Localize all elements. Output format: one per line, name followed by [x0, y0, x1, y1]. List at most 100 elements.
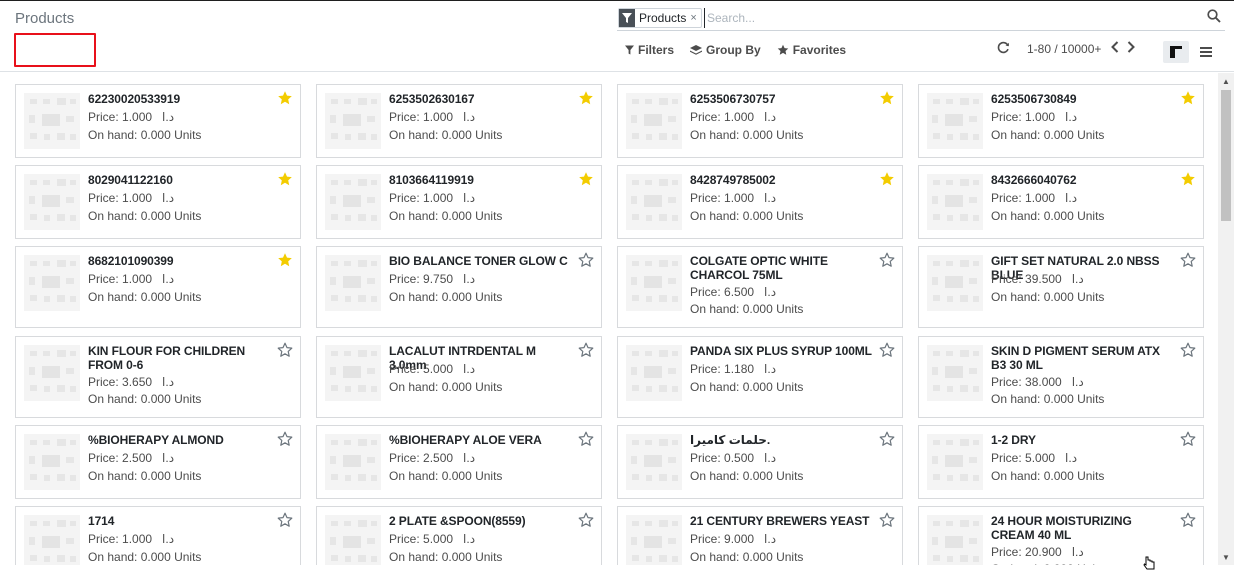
product-card[interactable]: 8428749785002 Price: 1.000 د.ا On hand: 0.0…: [617, 165, 903, 239]
favorites-button[interactable]: Favorites: [777, 43, 846, 57]
filters-button[interactable]: Filters: [625, 43, 674, 57]
product-card[interactable]: 8682101090399 Price: 1.000 د.ا On hand: 0.0…: [15, 246, 301, 328]
list-view-button[interactable]: [1193, 41, 1219, 63]
facet-remove-button[interactable]: ×: [690, 9, 700, 27]
product-image-placeholder: [325, 93, 381, 149]
product-on-hand: On hand: 0.000 Units: [991, 128, 1104, 142]
price-label: Price:: [88, 451, 123, 465]
scrollbar[interactable]: ▲ ▼: [1218, 73, 1234, 565]
star-filled-icon[interactable]: [879, 171, 895, 187]
product-price: Price: 1.180 د.ا: [690, 362, 776, 376]
star-filled-icon[interactable]: [578, 171, 594, 187]
on-hand-value: 0.000 Units: [441, 128, 503, 142]
kanban-view-button[interactable]: [1163, 41, 1189, 63]
pager-next-button[interactable]: [1127, 41, 1136, 57]
product-card[interactable]: حلمات كاميرا. Price: 0.500 د.ا On hand: 0.0…: [617, 425, 903, 499]
search-icon[interactable]: [1207, 9, 1223, 25]
on-hand-label: On hand:: [389, 209, 442, 223]
star-outline-icon[interactable]: [277, 512, 293, 528]
list-icon: [1200, 47, 1212, 57]
product-card[interactable]: %BIOHERAPY ALMOND Price: 2.500 د.ا On hand:…: [15, 425, 301, 499]
on-hand-value: 0.000 Units: [140, 128, 202, 142]
product-card[interactable]: LACALUT INTRDENTAL M 3.0mm Price: 5.000 د.…: [316, 336, 602, 418]
product-name: 8432666040762: [991, 173, 1077, 187]
product-name: 1714: [88, 514, 115, 528]
product-card[interactable]: GIFT SET NATURAL 2.0 NBSS BLUE Price: 39.…: [918, 246, 1204, 328]
product-card[interactable]: 6253506730849 Price: 1.000 د.ا On hand: 0.0…: [918, 84, 1204, 158]
star-filled-icon[interactable]: [1180, 90, 1196, 106]
product-card[interactable]: PANDA SIX PLUS SYRUP 100ML Price: 1.180 د.…: [617, 336, 903, 418]
star-filled-icon[interactable]: [1180, 171, 1196, 187]
product-card[interactable]: %BIOHERAPY ALOE VERA Price: 2.500 د.ا On ha…: [316, 425, 602, 499]
star-outline-icon[interactable]: [1180, 512, 1196, 528]
on-hand-label: On hand:: [389, 550, 442, 564]
product-card[interactable]: 8103664119919 Price: 1.000 د.ا On hand: 0.0…: [316, 165, 602, 239]
filter-icon: [619, 9, 635, 27]
star-outline-icon[interactable]: [879, 431, 895, 447]
product-price: Price: 1.000 د.ا: [88, 272, 174, 286]
star-outline-icon[interactable]: [578, 342, 594, 358]
scroll-down-arrow[interactable]: ▼: [1218, 549, 1234, 565]
star-outline-icon[interactable]: [277, 431, 293, 447]
star-filled-icon[interactable]: [277, 171, 293, 187]
on-hand-label: On hand:: [88, 550, 141, 564]
star-outline-icon[interactable]: [1180, 431, 1196, 447]
product-card[interactable]: 1-2 DRY Price: 5.000 د.ا On hand: 0.000 Uni…: [918, 425, 1204, 499]
product-name: BIO BALANCE TONER GLOW C: [389, 254, 568, 268]
product-image-placeholder: [325, 174, 381, 230]
group-by-button[interactable]: Group By: [690, 43, 761, 57]
product-card[interactable]: COLGATE OPTIC WHITE CHARCOL 75ML Price: 6…: [617, 246, 903, 328]
pager-value[interactable]: 1-80 / 10000+: [1027, 42, 1101, 56]
product-card[interactable]: 62230020533919 Price: 1.000 د.ا On hand: 0.…: [15, 84, 301, 158]
star-filled-icon[interactable]: [879, 90, 895, 106]
product-card[interactable]: KIN FLOUR FOR CHILDREN FROM 0-6 Price: 3.…: [15, 336, 301, 418]
price-value: 1.000: [122, 272, 153, 286]
star-outline-icon[interactable]: [578, 252, 594, 268]
product-card[interactable]: 21 CENTURY BREWERS YEAST Price: 9.000 د.ا O…: [617, 506, 903, 565]
star-outline-icon[interactable]: [1180, 342, 1196, 358]
product-name: 8682101090399: [88, 254, 174, 268]
star-filled-icon[interactable]: [578, 90, 594, 106]
product-price: Price: 20.900 د.ا: [991, 545, 1084, 559]
product-card[interactable]: 2 PLATE &SPOON(8559) Price: 5.000 د.ا On ha…: [316, 506, 602, 565]
product-card[interactable]: 6253502630167 Price: 1.000 د.ا On hand: 0.0…: [316, 84, 602, 158]
product-price: Price: 3.650 د.ا: [88, 375, 174, 389]
currency-symbol: د.ا: [764, 532, 777, 546]
star-outline-icon[interactable]: [879, 512, 895, 528]
price-value: 1.000: [423, 191, 454, 205]
on-hand-label: On hand:: [88, 128, 141, 142]
product-on-hand: On hand: 0.000 Units: [389, 128, 502, 142]
product-name: 6253502630167: [389, 92, 475, 106]
product-image-placeholder: [24, 345, 80, 401]
scroll-up-arrow[interactable]: ▲: [1218, 73, 1234, 89]
product-card[interactable]: 6253506730757 Price: 1.000 د.ا On hand: 0.0…: [617, 84, 903, 158]
product-card[interactable]: 24 HOUR MOISTURIZING CREAM 40 ML Price: 2…: [918, 506, 1204, 565]
price-label: Price:: [88, 532, 123, 546]
star-filled-icon[interactable]: [277, 90, 293, 106]
star-outline-icon[interactable]: [879, 342, 895, 358]
price-value: 1.000: [724, 110, 755, 124]
product-on-hand: On hand: 0.000 Units: [88, 469, 201, 483]
price-value: 5.000: [423, 532, 454, 546]
price-label: Price:: [389, 362, 424, 376]
product-card[interactable]: BIO BALANCE TONER GLOW C Price: 9.750 د.ا O…: [316, 246, 602, 328]
reload-icon[interactable]: [997, 41, 1013, 57]
scrollbar-thumb[interactable]: [1221, 90, 1231, 221]
star-outline-icon[interactable]: [578, 512, 594, 528]
price-label: Price:: [690, 451, 725, 465]
search-input[interactable]: [704, 8, 1184, 28]
product-name: %BIOHERAPY ALOE VERA: [389, 433, 542, 447]
star-outline-icon[interactable]: [879, 252, 895, 268]
star-filled-icon[interactable]: [277, 252, 293, 268]
product-card[interactable]: 1714 Price: 1.000 د.ا On hand: 0.000 Units: [15, 506, 301, 565]
price-label: Price:: [991, 191, 1026, 205]
pager-previous-button[interactable]: [1111, 41, 1119, 57]
product-card[interactable]: 8432666040762 Price: 1.000 د.ا On hand: 0.0…: [918, 165, 1204, 239]
product-card[interactable]: 8029041122160 Price: 1.000 د.ا On hand: 0.0…: [15, 165, 301, 239]
product-price: Price: 39.500 د.ا: [991, 272, 1084, 286]
star-outline-icon[interactable]: [578, 431, 594, 447]
star-outline-icon[interactable]: [1180, 252, 1196, 268]
star-outline-icon[interactable]: [277, 342, 293, 358]
product-card[interactable]: SKIN D PIGMENT SERUM ATX B3 30 ML Price: …: [918, 336, 1204, 418]
create-button-highlight[interactable]: [14, 33, 96, 67]
